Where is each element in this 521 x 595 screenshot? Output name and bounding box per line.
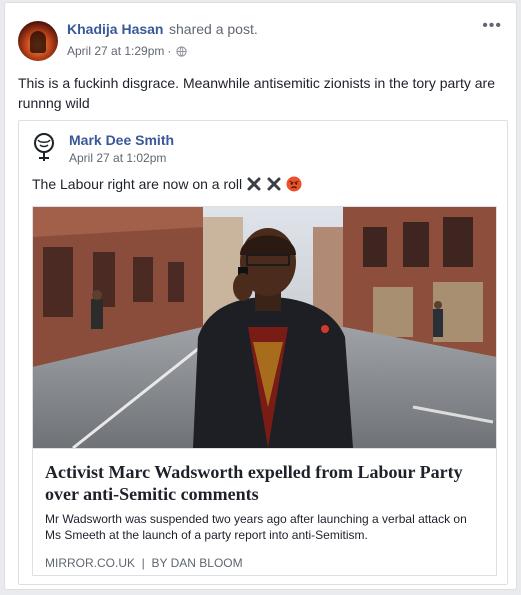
more-horizontal-icon[interactable]: ••• <box>482 18 502 34</box>
post-text: This is a fuckinh disgrace. Meanwhile an… <box>18 75 495 111</box>
source-divider: | <box>138 556 149 570</box>
angry-face-icon <box>286 176 302 192</box>
article-title[interactable]: Activist Marc Wadsworth expelled from La… <box>45 461 485 505</box>
author-avatar[interactable] <box>18 21 58 61</box>
shared-author-name-link[interactable]: Mark Dee Smith <box>69 132 174 148</box>
shared-post-text: The Labour right are now on a roll <box>32 176 243 192</box>
author-name-link[interactable]: Khadija Hasan <box>67 21 163 37</box>
globe-icon[interactable] <box>176 45 188 57</box>
article-image[interactable] <box>33 207 496 448</box>
link-preview-card[interactable]: Activist Marc Wadsworth expelled from La… <box>32 206 497 576</box>
shared-author-avatar[interactable] <box>29 131 59 163</box>
article-byline: BY DAN BLOOM <box>151 556 243 570</box>
article-domain: MIRROR.CO.UK <box>45 556 135 570</box>
cross-mark-icon <box>247 177 261 191</box>
shared-post-text-row: The Labour right are now on a roll <box>32 176 302 192</box>
cross-mark-icon <box>267 177 281 191</box>
post-meta: April 27 at 1:29pm · <box>67 44 188 58</box>
link-preview-body[interactable]: Activist Marc Wadsworth expelled from La… <box>33 448 496 575</box>
shared-action-text: shared a post. <box>169 21 258 37</box>
article-description: Mr Wadsworth was suspended two years ago… <box>45 512 467 542</box>
meta-separator: · <box>167 44 172 58</box>
post-card: Khadija Hasan shared a post. April 27 at… <box>4 2 517 590</box>
shared-post: Mark Dee Smith April 27 at 1:02pm The La… <box>18 120 508 585</box>
article-source: MIRROR.CO.UK | BY DAN BLOOM <box>45 556 243 570</box>
shared-timestamp[interactable]: April 27 at 1:02pm <box>69 151 166 165</box>
post-timestamp[interactable]: April 27 at 1:29pm <box>67 44 164 58</box>
